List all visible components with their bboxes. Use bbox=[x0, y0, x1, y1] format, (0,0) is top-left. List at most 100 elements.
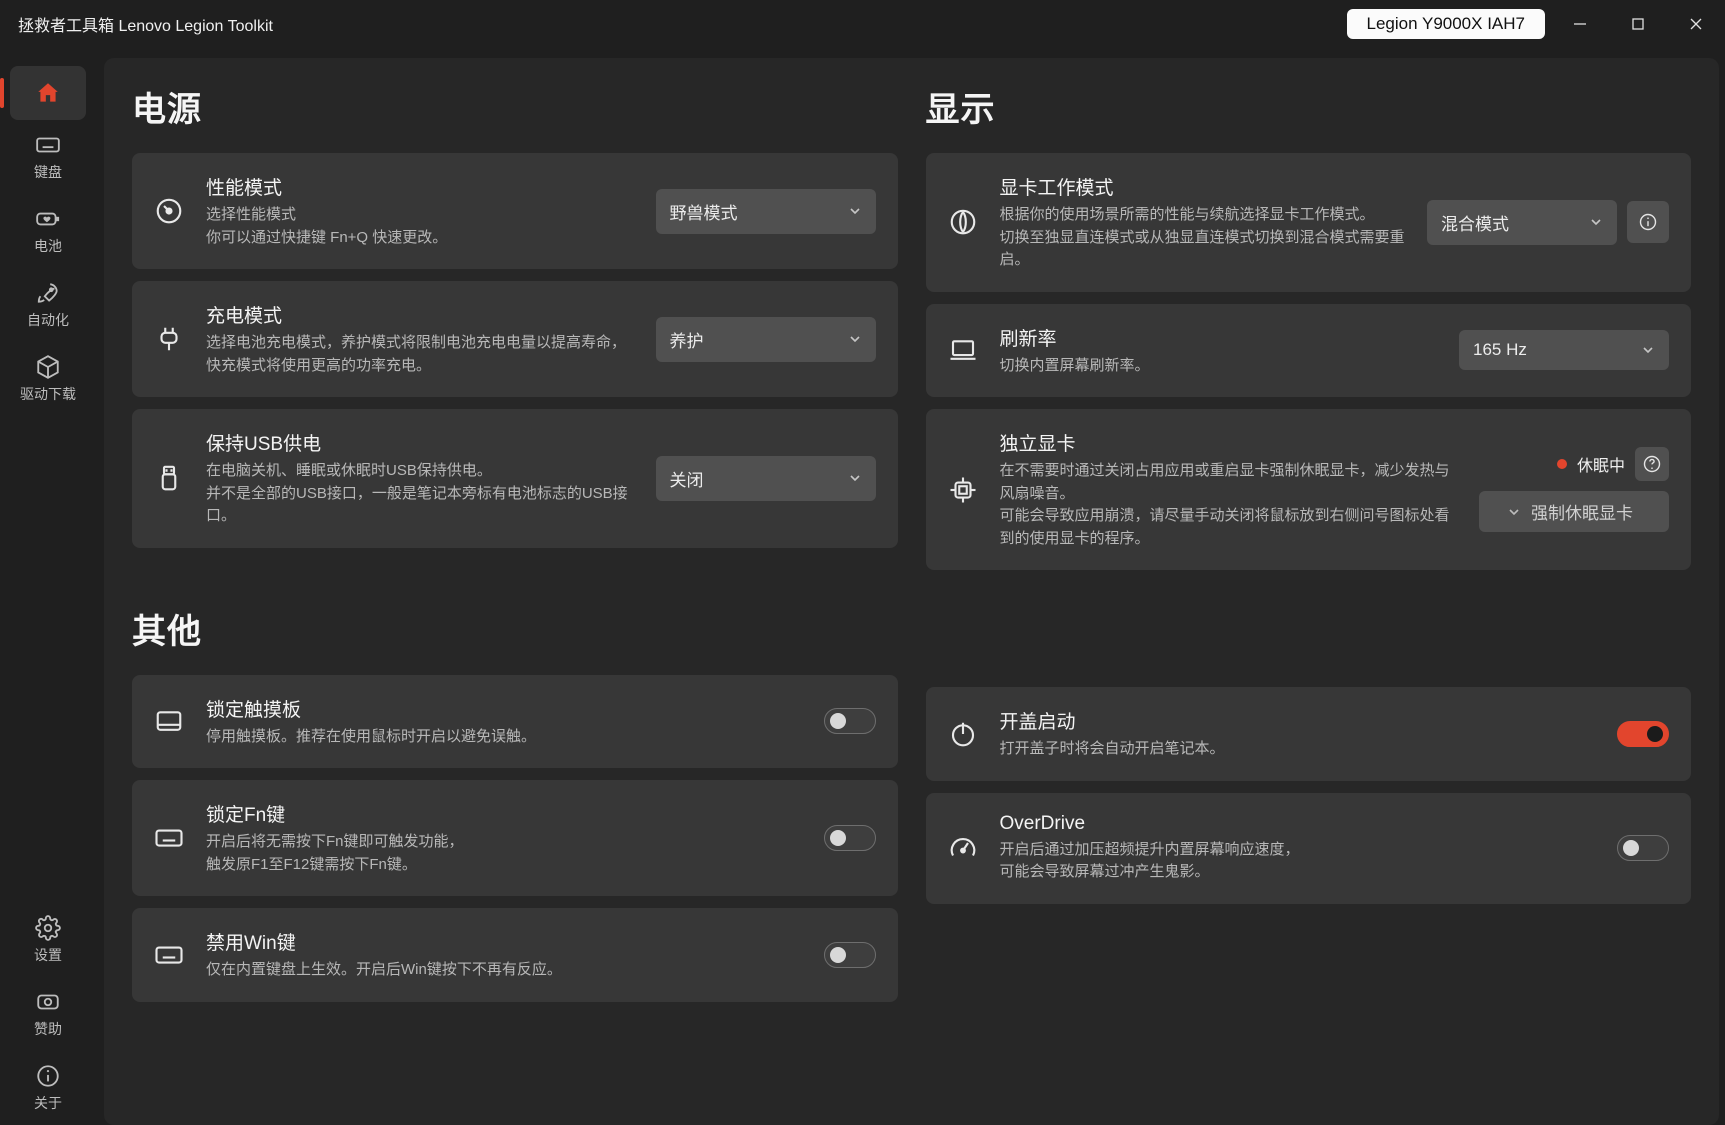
flip-title: 开盖启动 bbox=[1000, 707, 1596, 734]
perf-mode-select[interactable]: 野兽模式 bbox=[656, 189, 876, 234]
gpumode-title: 显卡工作模式 bbox=[1000, 173, 1406, 200]
card-win-key: 禁用Win键 仅在内置键盘上生效。开启后Win键按下不再有反应。 bbox=[132, 908, 898, 1002]
dgpu-help-button[interactable] bbox=[1635, 447, 1669, 481]
card-flip-to-boot: 开盖启动 打开盖子时将会自动开启笔记本。 bbox=[926, 687, 1692, 781]
dgpu-force-sleep-button[interactable]: 强制休眠显卡 bbox=[1479, 491, 1669, 532]
fn-desc: 开启后将无需按下Fn键即可触发功能， 触发原F1至F12键需按下Fn键。 bbox=[206, 831, 802, 876]
chevron-down-icon bbox=[848, 332, 862, 346]
sidebar-label-drivers: 驱动下载 bbox=[20, 384, 76, 404]
gpu-mode-info-button[interactable] bbox=[1627, 201, 1669, 243]
dgpu-title: 独立显卡 bbox=[1000, 429, 1458, 456]
window-close-button[interactable] bbox=[1667, 4, 1725, 44]
window-maximize-button[interactable] bbox=[1609, 4, 1667, 44]
keyboard-icon bbox=[154, 940, 184, 970]
dgpu-desc: 在不需要时通过关闭占用应用或重启显卡强制休眠显卡，减少发热与风扇噪音。 可能会导… bbox=[1000, 460, 1458, 550]
chip-icon bbox=[948, 475, 978, 505]
card-charge-mode: 充电模式 选择电池充电模式，养护模式将限制电池充电电量以提高寿命，快充模式将使用… bbox=[132, 281, 898, 397]
usb-desc: 在电脑关机、睡眠或休眠时USB保持供电。 并不是全部的USB接口，一般是笔记本旁… bbox=[206, 460, 634, 528]
touchpad-desc: 停用触摸板。推荐在使用鼠标时开启以避免误触。 bbox=[206, 726, 802, 749]
dgpu-status-dot bbox=[1557, 459, 1567, 469]
gpu-mode-value: 混合模式 bbox=[1441, 210, 1509, 235]
perf-title: 性能模式 bbox=[206, 173, 634, 200]
overdrive-title: OverDrive bbox=[1000, 813, 1596, 835]
winkey-title: 禁用Win键 bbox=[206, 928, 802, 955]
sidebar: 键盘 电池 自动化 驱动下载 设置 赞助 关于 bbox=[0, 48, 96, 1125]
power-icon bbox=[948, 719, 978, 749]
sidebar-item-automation[interactable]: 自动化 bbox=[0, 268, 96, 342]
card-dgpu: 独立显卡 在不需要时通过关闭占用应用或重启显卡强制休眠显卡，减少发热与风扇噪音。… bbox=[926, 409, 1692, 570]
app-title: 拯救者工具箱 Lenovo Legion Toolkit bbox=[18, 12, 273, 36]
usb-title: 保持USB供电 bbox=[206, 429, 634, 456]
device-name-pill[interactable]: Legion Y9000X IAH7 bbox=[1347, 9, 1545, 39]
chevron-down-icon bbox=[1641, 343, 1655, 357]
refresh-rate-select[interactable]: 165 Hz bbox=[1459, 330, 1669, 370]
sidebar-label-keyboard: 键盘 bbox=[34, 162, 62, 182]
question-icon bbox=[1642, 454, 1662, 474]
flip-toggle[interactable] bbox=[1617, 721, 1669, 747]
usb-power-value: 关闭 bbox=[670, 466, 704, 491]
info-icon bbox=[1638, 212, 1658, 232]
card-usb-power: 保持USB供电 在电脑关机、睡眠或休眠时USB保持供电。 并不是全部的USB接口… bbox=[132, 409, 898, 548]
charge-mode-select[interactable]: 养护 bbox=[656, 317, 876, 362]
sidebar-item-donate[interactable]: 赞助 bbox=[0, 977, 96, 1051]
sidebar-item-battery[interactable]: 电池 bbox=[0, 194, 96, 268]
card-overdrive: OverDrive 开启后通过加压超频提升内置屏幕响应速度， 可能会导致屏幕过冲… bbox=[926, 793, 1692, 904]
gear-icon bbox=[35, 915, 61, 941]
overdrive-toggle[interactable] bbox=[1617, 835, 1669, 861]
plug-icon bbox=[154, 324, 184, 354]
chevron-down-icon bbox=[1507, 505, 1521, 519]
sidebar-item-drivers[interactable]: 驱动下载 bbox=[0, 342, 96, 416]
chevron-down-icon bbox=[848, 471, 862, 485]
refresh-title: 刷新率 bbox=[1000, 324, 1438, 351]
card-refresh-rate: 刷新率 切换内置屏幕刷新率。 165 Hz bbox=[926, 304, 1692, 398]
charge-title: 充电模式 bbox=[206, 301, 634, 328]
info-icon bbox=[35, 1063, 61, 1089]
usb-power-select[interactable]: 关闭 bbox=[656, 456, 876, 501]
titlebar: 拯救者工具箱 Lenovo Legion Toolkit Legion Y900… bbox=[0, 0, 1725, 48]
dgpu-status-label: 休眠中 bbox=[1577, 452, 1625, 476]
sidebar-label-settings: 设置 bbox=[34, 945, 62, 965]
card-touchpad-lock: 锁定触摸板 停用触摸板。推荐在使用鼠标时开启以避免误触。 bbox=[132, 675, 898, 769]
sidebar-item-about[interactable]: 关于 bbox=[0, 1051, 96, 1125]
winkey-toggle[interactable] bbox=[824, 942, 876, 968]
touchpad-title: 锁定触摸板 bbox=[206, 695, 802, 722]
gpu-mode-select[interactable]: 混合模式 bbox=[1427, 200, 1617, 245]
perf-mode-value: 野兽模式 bbox=[670, 199, 738, 224]
charge-desc: 选择电池充电模式，养护模式将限制电池充电电量以提高寿命，快充模式将使用更高的功率… bbox=[206, 332, 634, 377]
sidebar-item-settings[interactable]: 设置 bbox=[0, 903, 96, 977]
fn-title: 锁定Fn键 bbox=[206, 800, 802, 827]
keyboard-icon bbox=[154, 823, 184, 853]
touchpad-icon bbox=[154, 706, 184, 736]
battery-heart-icon bbox=[35, 206, 61, 232]
sidebar-item-home[interactable] bbox=[10, 66, 86, 120]
rocket-icon bbox=[35, 280, 61, 306]
sidebar-item-keyboard[interactable]: 键盘 bbox=[0, 120, 96, 194]
gpumode-desc: 根据你的使用场景所需的性能与续航选择显卡工作模式。 切换至独显直连模式或从独显直… bbox=[1000, 204, 1406, 272]
chevron-down-icon bbox=[1589, 215, 1603, 229]
card-fn-lock: 锁定Fn键 开启后将无需按下Fn键即可触发功能， 触发原F1至F12键需按下Fn… bbox=[132, 780, 898, 896]
flip-desc: 打开盖子时将会自动开启笔记本。 bbox=[1000, 738, 1596, 761]
card-performance-mode: 性能模式 选择性能模式 你可以通过快捷键 Fn+Q 快速更改。 野兽模式 bbox=[132, 153, 898, 269]
card-gpu-mode: 显卡工作模式 根据你的使用场景所需的性能与续航选择显卡工作模式。 切换至独显直连… bbox=[926, 153, 1692, 292]
refresh-rate-value: 165 Hz bbox=[1473, 340, 1527, 360]
chevron-down-icon bbox=[848, 204, 862, 218]
charge-mode-value: 养护 bbox=[670, 327, 704, 352]
section-heading-display: 显示 bbox=[926, 82, 1692, 131]
sidebar-label-about: 关于 bbox=[34, 1093, 62, 1113]
usb-icon bbox=[154, 463, 184, 493]
sidebar-label-battery: 电池 bbox=[34, 236, 62, 256]
section-heading-other: 其他 bbox=[132, 604, 898, 653]
fn-toggle[interactable] bbox=[824, 825, 876, 851]
touchpad-toggle[interactable] bbox=[824, 708, 876, 734]
speedometer-icon bbox=[948, 833, 978, 863]
winkey-desc: 仅在内置键盘上生效。开启后Win键按下不再有反应。 bbox=[206, 959, 802, 982]
window-minimize-button[interactable] bbox=[1551, 4, 1609, 44]
dgpu-force-sleep-label: 强制休眠显卡 bbox=[1531, 499, 1633, 524]
section-heading-power: 电源 bbox=[132, 82, 898, 131]
laptop-icon bbox=[948, 335, 978, 365]
content-area: 电源 性能模式 选择性能模式 你可以通过快捷键 Fn+Q 快速更改。 野兽模式 bbox=[104, 58, 1719, 1125]
perf-desc: 选择性能模式 你可以通过快捷键 Fn+Q 快速更改。 bbox=[206, 204, 634, 249]
package-icon bbox=[35, 354, 61, 380]
refresh-desc: 切换内置屏幕刷新率。 bbox=[1000, 355, 1438, 378]
leaf-icon bbox=[948, 207, 978, 237]
